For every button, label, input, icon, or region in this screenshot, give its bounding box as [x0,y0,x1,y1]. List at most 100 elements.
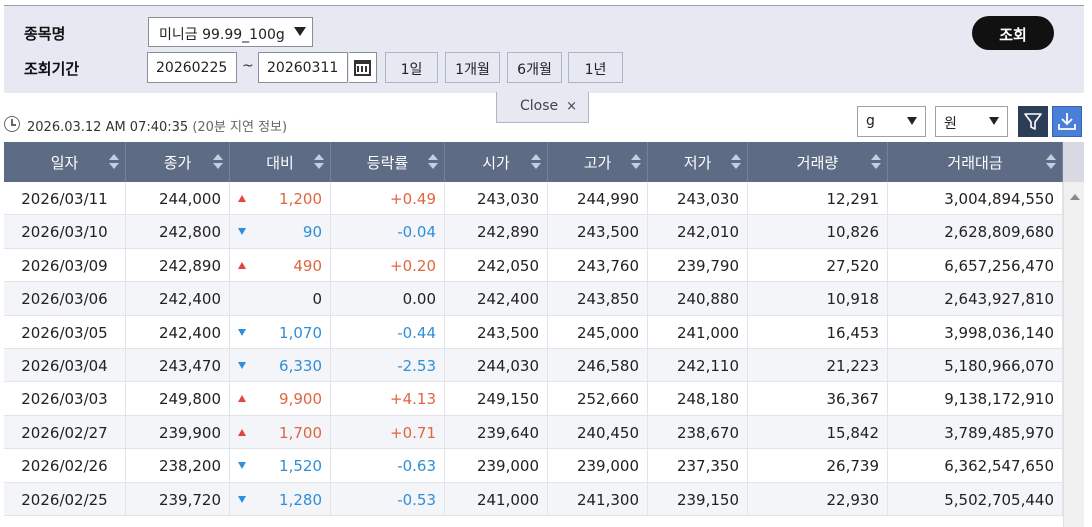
cell-value: 16,453 [826,323,880,342]
table-row[interactable]: 2026/03/05 242,400 1,070 -0.44 243,500 245,00… [4,315,1063,349]
cell-date: 2026/03/06 [4,282,126,316]
cell-open: 242,050 [445,248,548,282]
cell-value: 22,930 [826,490,880,509]
header-col-rate[interactable]: 등락률 [331,142,445,182]
cell-value: 243,470 [158,356,221,375]
date-to-input[interactable]: 20260311 [258,52,348,83]
triangle-down-icon [238,328,246,336]
cell-value: 242,890 [158,256,221,275]
cell-high: 252,660 [548,382,648,416]
header-col-low[interactable]: 저가 [648,142,748,182]
cell-value: +0.20 [390,256,436,275]
download-button[interactable] [1052,106,1082,137]
triangle-down-icon [238,228,246,236]
sort-icon[interactable] [213,154,223,170]
cell-value: -0.04 [397,223,436,242]
currency-unit-select[interactable]: 원 [935,106,1008,137]
cell-value: -0.53 [397,490,436,509]
cell-high: 243,850 [548,282,648,316]
cell-volume: 10,826 [748,215,888,249]
range-6m-button[interactable]: 6개월 [507,52,562,83]
close-label: Close [520,98,559,114]
table-row[interactable]: 2026/03/10 242,800 90 -0.04 242,890 243,500 24… [4,215,1063,249]
cell-value: 3,004,894,550 [888,182,1063,215]
cell-value: 3,004,894,550 [944,190,1054,208]
sort-icon[interactable] [531,154,541,170]
cell-diff: 490 [230,248,331,282]
table-row[interactable]: 2026/02/26 238,200 1,520 -0.63 239,000 239,00… [4,449,1063,483]
close-panel-button[interactable]: Close × [496,92,589,123]
table-row[interactable]: 2026/02/27 239,900 1,700 +0.71 239,640 240,45… [4,415,1063,450]
cell-high: 246,580 [548,348,648,382]
header-col-close[interactable]: 종가 [126,142,230,182]
cell-high: 241,300 [548,482,648,516]
header-col-open[interactable]: 시가 [445,142,548,182]
scroll-up-icon[interactable] [1070,194,1080,200]
table-header-spacer [1063,142,1084,182]
cell-value: 26,739 [826,457,880,476]
cell-value: 243,760 [576,256,639,275]
header-col-high[interactable]: 고가 [548,142,648,182]
cell-volume: 15,842 [748,415,888,449]
header-col-diff[interactable]: 대비 [230,142,331,182]
header-col-date[interactable]: 일자 [4,142,126,182]
cell-value: 242,050 [476,256,539,275]
sort-icon[interactable] [109,154,119,170]
table-row[interactable]: 2026/02/25 239,720 1,280 -0.53 241,000 241,30… [4,482,1063,516]
cell-value: 1,070 [279,323,322,342]
table-row[interactable]: 2026/03/11 244,000 1,200 +0.49 243,030 244,99… [4,182,1063,216]
sort-icon[interactable] [631,154,641,170]
cell-value: 245,000 [576,323,639,342]
sort-icon[interactable] [871,154,881,170]
download-icon [1058,113,1076,130]
header-label: 일자 [50,154,79,172]
cell-value: 243,500 [576,223,639,242]
cell-value: 239,150 [676,490,739,509]
cell-date: 2026/02/26 [4,449,126,483]
cell-diff: 1,520 [230,449,331,483]
cell-value: 239,000 [476,457,539,476]
cell-diff: 90 [230,215,331,249]
cell-value: 241,000 [676,323,739,342]
cell-close: 242,890 [126,248,230,282]
weight-unit-select[interactable]: g [857,106,926,137]
range-1y-button[interactable]: 1년 [568,52,623,83]
sort-icon[interactable] [1046,154,1056,170]
weight-unit-value: g [866,113,875,129]
cell-value: 2,628,809,680 [944,223,1054,242]
cell-value: 3,789,485,970 [888,415,1063,449]
cell-value: 2026/03/11 [21,190,108,208]
cell-open: 239,640 [445,415,548,449]
search-button[interactable]: 조회 [972,16,1054,50]
header-col-volume[interactable]: 거래량 [748,142,888,182]
date-from-input[interactable]: 20260225 [147,52,237,83]
cell-low: 237,350 [648,449,748,483]
table-row[interactable]: 2026/03/04 243,470 6,330 -2.53 244,030 246,58… [4,348,1063,383]
range-1d-button[interactable]: 1일 [385,52,438,83]
close-icon: × [566,99,578,114]
cell-volume: 12,291 [748,182,888,215]
cell-value: 239,000 [576,457,639,476]
cell-high: 240,450 [548,415,648,449]
table-row[interactable]: 2026/03/09 242,890 490 +0.20 242,050 243,760 2… [4,248,1063,283]
cell-value: 243,030 [476,190,539,208]
cell-rate: -0.63 [331,449,445,483]
calendar-button[interactable] [349,52,377,83]
cell-low: 242,110 [648,348,748,382]
header-col-value[interactable]: 거래대금 [888,142,1063,182]
header-label: 종가 [163,154,192,172]
cell-value: 10,918 [826,290,880,309]
scrollbar[interactable] [1063,182,1084,527]
range-1m-button[interactable]: 1개월 [445,52,500,83]
sort-icon[interactable] [314,154,324,170]
header-label: 등락률 [366,154,409,172]
filter-button[interactable] [1018,106,1048,137]
caret-down-icon [989,117,999,125]
sort-icon[interactable] [428,154,438,170]
cell-rate: +0.20 [331,248,445,282]
table-row[interactable]: 2026/03/06 242,400 0 0.00 242,400 243,850 240,… [4,282,1063,316]
cell-value: 242,800 [158,223,221,242]
product-select[interactable]: 미니금 99.99_100g [148,17,313,47]
table-row[interactable]: 2026/03/03 249,800 9,900 +4.13 249,150 252,66… [4,382,1063,416]
sort-icon[interactable] [731,154,741,170]
